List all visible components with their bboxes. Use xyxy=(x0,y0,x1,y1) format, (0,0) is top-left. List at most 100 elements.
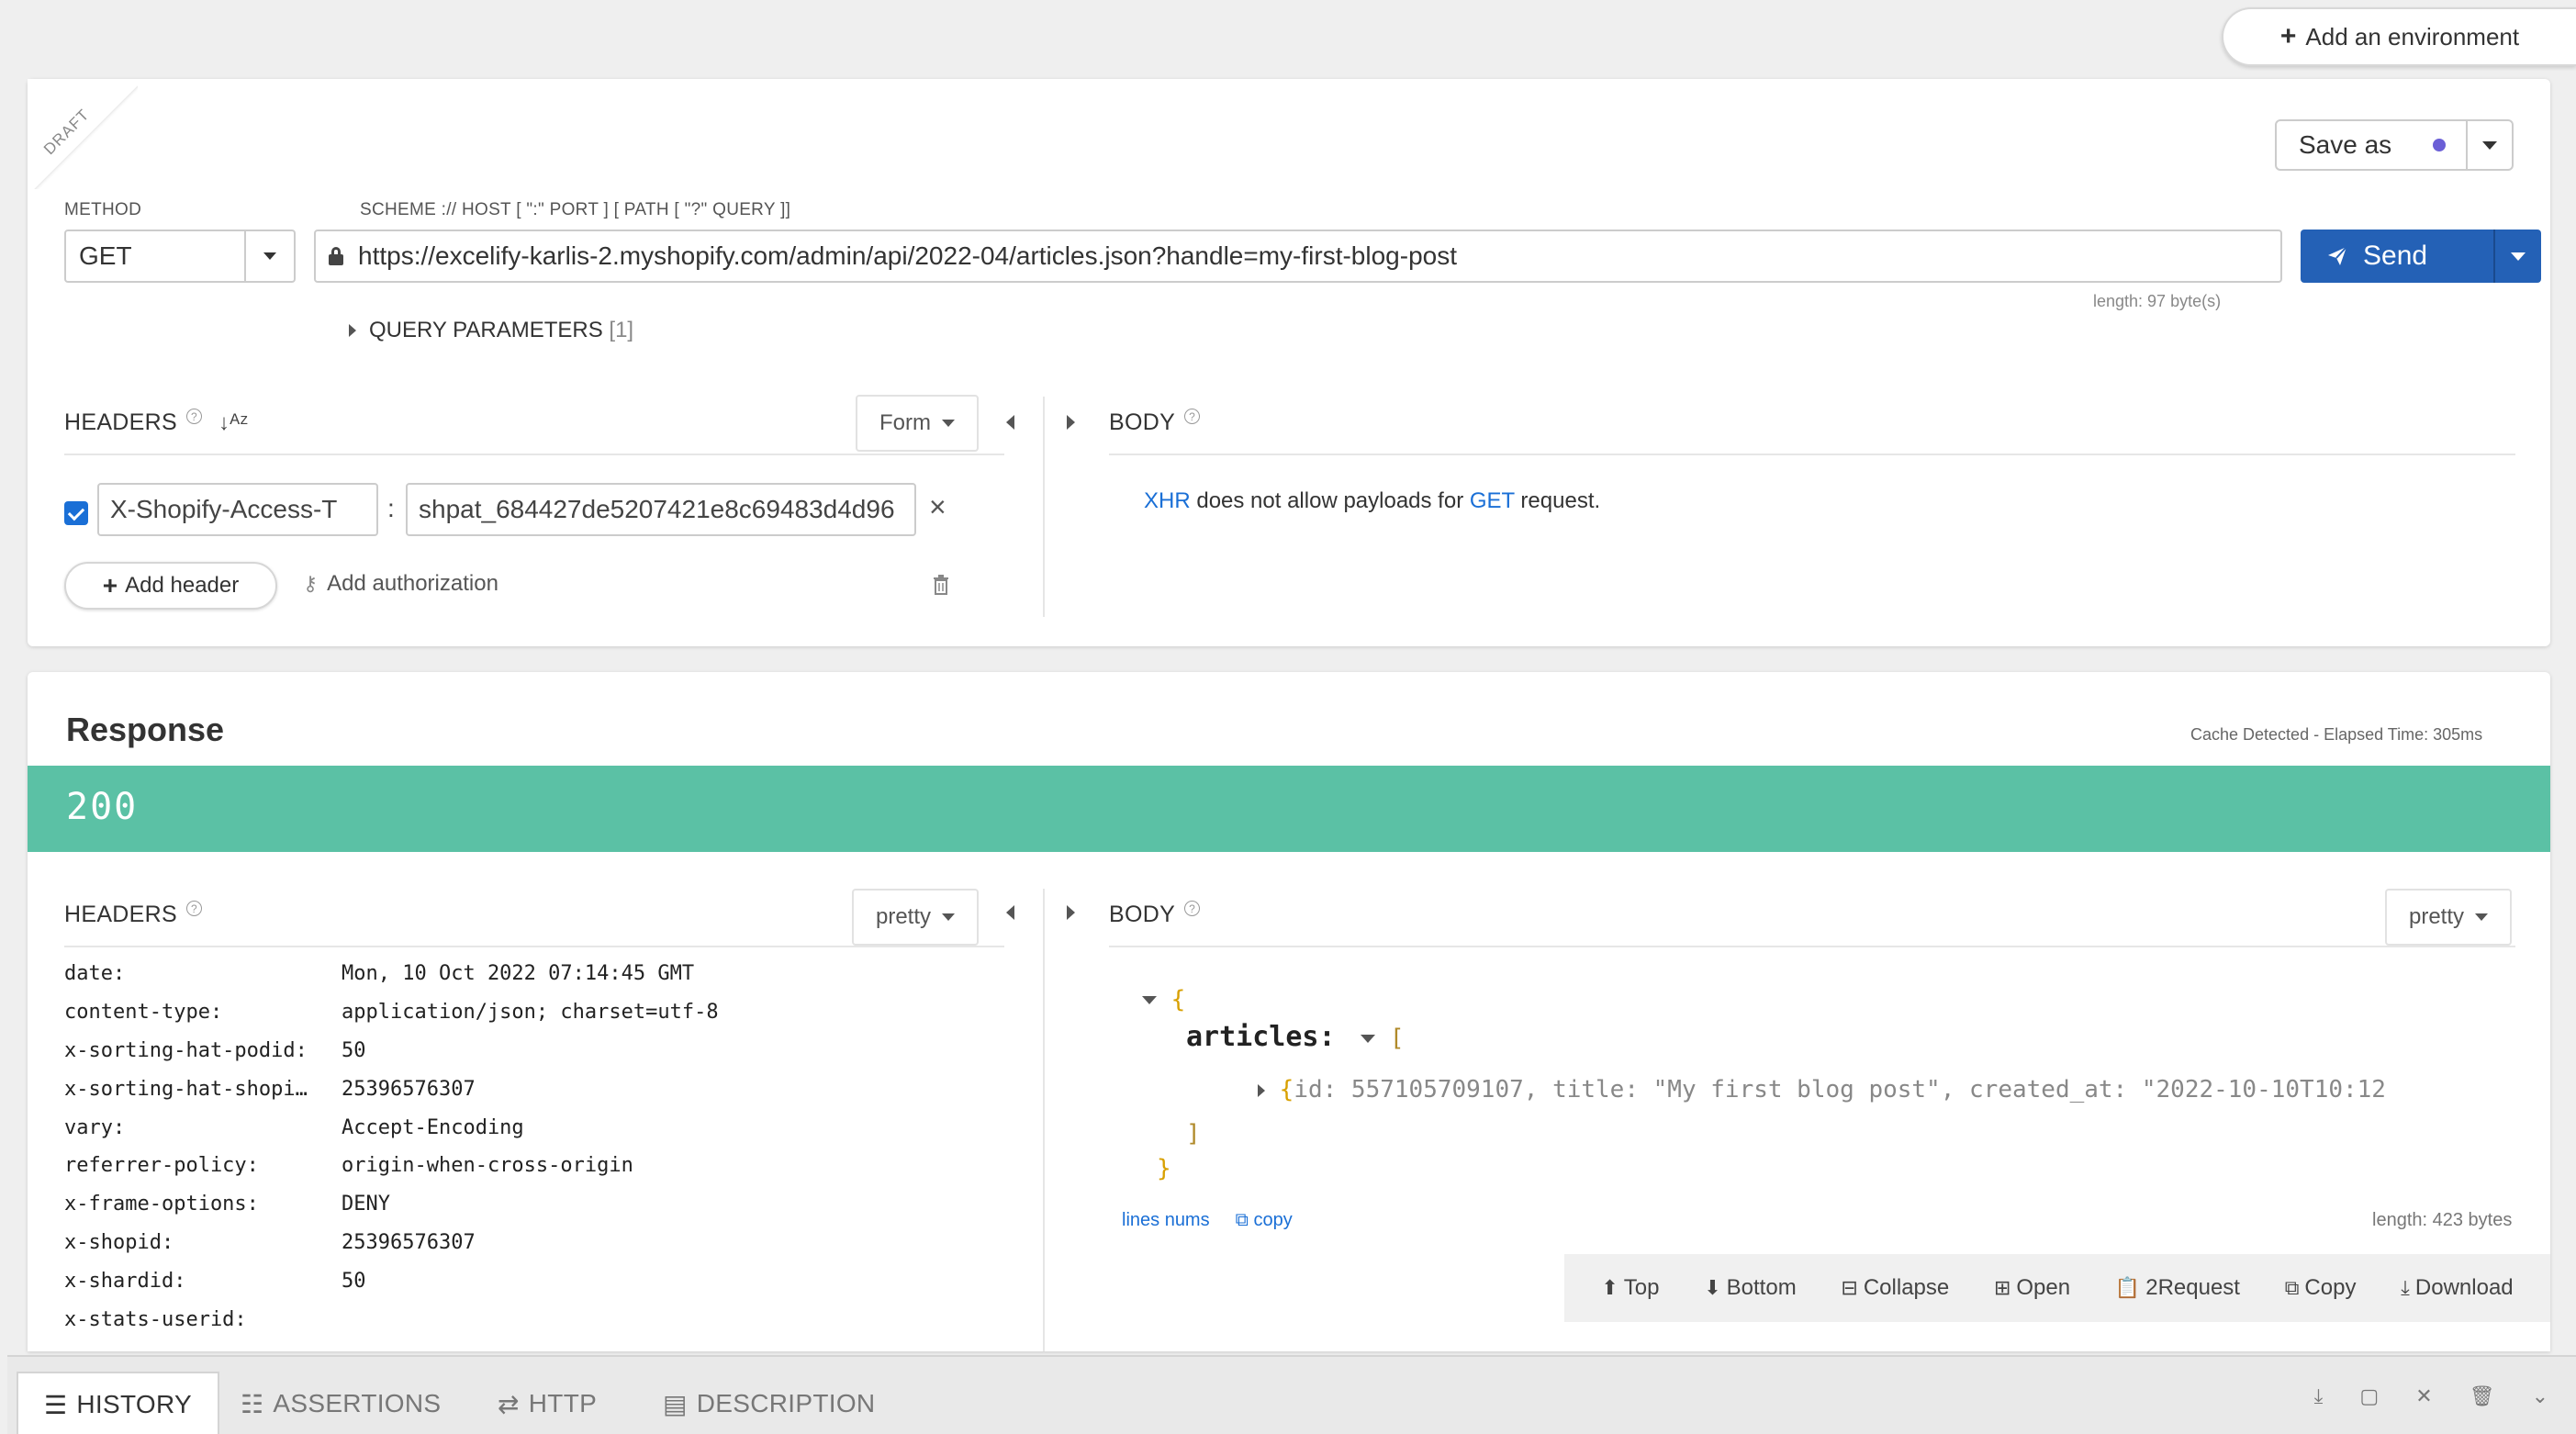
get-link[interactable]: GET xyxy=(1470,488,1515,513)
url-value: https://excelify-karlis-2.myshopify.com/… xyxy=(358,241,1457,270)
header-value: DENY xyxy=(342,1193,390,1216)
header-row: x-sorting-hat-podid: 50 xyxy=(64,1032,719,1070)
send-button[interactable]: Send xyxy=(2301,230,2541,283)
header-key: date: xyxy=(64,962,126,986)
request-headers-title: HEADERS ? ↓ᴬᶻ xyxy=(64,409,248,436)
minus-square-icon: ⊟ xyxy=(1841,1276,1858,1299)
collapse-button[interactable]: ⊟ Collapse xyxy=(1841,1275,1949,1301)
header-row: content-type: application/json; charset=u… xyxy=(64,993,719,1032)
download-label: Download xyxy=(2414,1275,2514,1300)
close-icon[interactable]: × xyxy=(929,490,946,524)
header-value: Mon, 10 Oct 2022 07:14:45 GMT xyxy=(342,962,695,986)
url-input[interactable]: https://excelify-karlis-2.myshopify.com/… xyxy=(314,230,2282,283)
tab-assertions[interactable]: ☷ ASSERTIONS xyxy=(241,1372,441,1434)
send-options-dropdown[interactable] xyxy=(2493,230,2541,283)
header-key: content-type: xyxy=(64,1001,223,1025)
collapse-left-icon[interactable] xyxy=(1006,905,1014,920)
help-icon[interactable]: ? xyxy=(1184,901,1201,916)
chevron-down-icon xyxy=(263,252,276,260)
add-header-button[interactable]: + Add header xyxy=(64,562,277,610)
tab-description[interactable]: ▤ DESCRIPTION xyxy=(663,1372,875,1434)
response-length: length: 423 bytes xyxy=(2372,1210,2513,1230)
maximize-icon[interactable]: ▢ xyxy=(2359,1384,2379,1408)
download-button[interactable]: ⤓ Download xyxy=(2401,1275,2513,1301)
header-enabled-checkbox[interactable] xyxy=(64,501,88,525)
list-icon: ☰ xyxy=(44,1390,68,1419)
header-key: x-shardid: xyxy=(64,1269,186,1293)
body-message-end: request. xyxy=(1514,488,1601,513)
response-headers-mode-dropdown[interactable]: pretty xyxy=(852,889,979,946)
header-key: x-sorting-hat-shopi… xyxy=(64,1077,308,1101)
help-icon[interactable]: ? xyxy=(1184,409,1201,424)
chevron-down-icon xyxy=(942,913,956,921)
open-button[interactable]: ⊞ Open xyxy=(1994,1275,2070,1301)
add-authorization-link[interactable]: ⚷ Add authorization xyxy=(303,571,498,597)
header-key: referrer-policy: xyxy=(64,1154,259,1178)
arrow-up-circle-icon: ⬆ xyxy=(1601,1276,1618,1299)
save-options-dropdown[interactable] xyxy=(2466,121,2512,169)
header-name-input[interactable]: X-Shopify-Access-T xyxy=(97,483,378,536)
collapse-left-icon[interactable] xyxy=(1006,415,1014,430)
header-row: x-sorting-hat-shopi… 25396576307 xyxy=(64,1070,719,1108)
url-length: length: 97 byte(s) xyxy=(2093,292,2222,310)
expand-icon[interactable] xyxy=(1258,1083,1265,1097)
header-row: x-shopid: 25396576307 xyxy=(64,1224,719,1262)
save-as-button[interactable]: Save as xyxy=(2275,119,2514,171)
copy-label: Copy xyxy=(2304,1275,2357,1300)
request-panel: DRAFT Save as METHOD SCHEME :// HOST [ "… xyxy=(28,79,2550,646)
response-body-mode-dropdown[interactable]: pretty xyxy=(2385,889,2512,946)
query-parameters-toggle[interactable]: QUERY PARAMETERS [1] xyxy=(349,318,633,343)
tab-http[interactable]: ⇄ HTTP xyxy=(498,1372,597,1434)
header-value-input[interactable]: shpat_684427de5207421e8c69483d4d96 xyxy=(406,483,916,536)
top-button[interactable]: ⬆ Top xyxy=(1601,1275,1659,1301)
help-icon[interactable]: ? xyxy=(185,901,202,916)
chevron-down-icon[interactable]: ⌄ xyxy=(2532,1384,2548,1408)
method-select[interactable]: GET xyxy=(64,230,296,283)
headers-mode-dropdown[interactable]: Form xyxy=(856,395,979,452)
tab-history[interactable]: ☰ HISTORY xyxy=(17,1372,219,1434)
collapse-right-icon[interactable] xyxy=(1067,415,1075,430)
header-row: vary: Accept-Encoding xyxy=(64,1108,719,1147)
lines-nums-link[interactable]: lines nums xyxy=(1122,1210,1210,1231)
status-code: 200 xyxy=(66,786,139,828)
close-icon[interactable]: ✕ xyxy=(2415,1384,2432,1408)
header-key: x-frame-options: xyxy=(64,1193,259,1216)
copy-button[interactable]: ⧉ Copy xyxy=(2285,1275,2357,1301)
open-label: Open xyxy=(2016,1275,2071,1300)
help-icon[interactable]: ? xyxy=(185,409,202,424)
book-icon: ▤ xyxy=(663,1389,688,1418)
query-parameters-label: QUERY PARAMETERS xyxy=(369,318,603,342)
copy-link[interactable]: ⧉ copy xyxy=(1236,1210,1293,1231)
bottom-button[interactable]: ⬇ Bottom xyxy=(1704,1275,1796,1301)
add-authorization-label: Add authorization xyxy=(327,571,498,596)
method-label: METHOD xyxy=(64,200,142,219)
header-row: date: Mon, 10 Oct 2022 07:14:45 GMT xyxy=(64,955,719,993)
tab-description-label: DESCRIPTION xyxy=(696,1389,876,1417)
query-parameters-count: [1] xyxy=(609,318,634,342)
save-as-label: Save as xyxy=(2299,130,2392,159)
json-close-brace-text: } xyxy=(1157,1155,1171,1182)
collapse-icon[interactable] xyxy=(1361,1035,1376,1043)
collapse-icon[interactable] xyxy=(1142,996,1157,1004)
header-key: x-sorting-hat-podid: xyxy=(64,1038,308,1062)
copy-link-label: copy xyxy=(1253,1210,1293,1230)
add-environment-label: Add an environment xyxy=(2305,22,2520,50)
plus-icon: + xyxy=(102,571,118,599)
response-headers-mode-label: pretty xyxy=(875,904,932,929)
header-value: 50 xyxy=(342,1038,366,1062)
json-close-brace: } xyxy=(1157,1155,1171,1182)
to-request-label: 2Request xyxy=(2145,1275,2240,1300)
header-row: x-frame-options: DENY xyxy=(64,1185,719,1224)
trash-icon[interactable] xyxy=(933,575,949,595)
xhr-link[interactable]: XHR xyxy=(1144,488,1191,513)
collapse-right-icon[interactable] xyxy=(1067,905,1075,920)
add-environment-button[interactable]: + Add an environment xyxy=(2222,7,2576,66)
to-request-button[interactable]: 📋 2Request xyxy=(2115,1275,2240,1301)
trash-icon[interactable]: 🗑 xyxy=(2470,1384,2495,1408)
json-root: { xyxy=(1142,986,1185,1014)
copy-icon: ⧉ xyxy=(2284,1276,2300,1299)
sort-icon[interactable]: ↓ᴬᶻ xyxy=(218,410,248,436)
download-icon[interactable]: ⤓ xyxy=(2314,1384,2324,1408)
body-message-text: does not allow payloads for xyxy=(1190,488,1470,513)
tab-history-label: HISTORY xyxy=(76,1390,192,1418)
